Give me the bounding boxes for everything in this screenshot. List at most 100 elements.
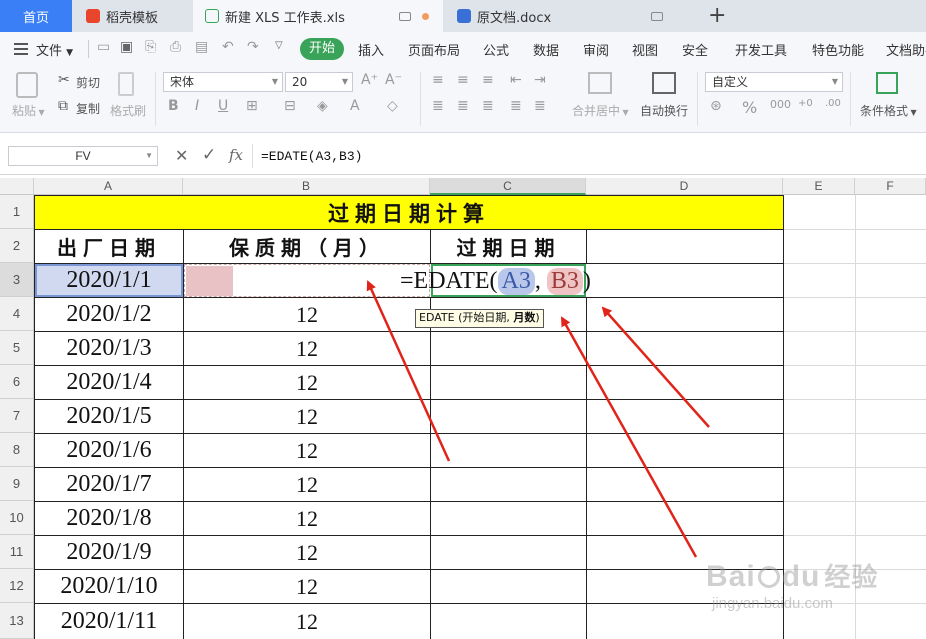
name-box[interactable]: FV ▼ xyxy=(8,146,158,166)
conditional-format-icon[interactable] xyxy=(876,72,898,94)
redo-icon[interactable]: ↷ xyxy=(247,39,259,55)
chevron-down-icon: ▼ xyxy=(271,77,278,86)
underline-icon[interactable]: U xyxy=(218,98,228,114)
open-folder-icon[interactable]: ▭ xyxy=(97,39,110,55)
monitor-icon[interactable] xyxy=(399,12,411,21)
merge-center-icon[interactable] xyxy=(588,72,612,94)
indent-decrease-icon[interactable]: ⇤ xyxy=(510,72,522,88)
format-painter-icon[interactable] xyxy=(118,72,134,96)
merge-center-button[interactable]: 合并居中 ▼ xyxy=(572,102,629,119)
print-preview-icon[interactable]: ▤ xyxy=(195,39,208,55)
arrow-to-tooltip xyxy=(560,316,698,558)
decrease-font-icon[interactable]: A⁻ xyxy=(385,72,402,88)
menu-formulas[interactable]: 公式 xyxy=(483,40,509,59)
save-icon[interactable]: ▣ xyxy=(120,39,133,55)
formula-bar: FV ▼ ✕ ✓ fx =EDATE(A3,B3) xyxy=(0,140,926,175)
font-name-select[interactable]: 宋体 ▼ xyxy=(163,72,283,92)
confirm-check-icon[interactable]: ✓ xyxy=(202,145,216,165)
distribute-icon[interactable]: ≣ xyxy=(534,98,546,114)
watermark-cn: 经验 xyxy=(824,562,879,592)
borders-icon[interactable]: ⊞ xyxy=(246,98,258,114)
divider xyxy=(697,72,698,126)
menu-start[interactable]: 开始 xyxy=(300,38,344,60)
thousands-separator-icon[interactable]: 000 xyxy=(770,98,791,111)
wrap-text-icon[interactable] xyxy=(652,72,676,94)
merge-center-label: 合并居中 xyxy=(572,104,621,118)
ribbon-toolbar: 粘贴 ▼ ✂ 剪切 ⧉ 复制 格式刷 宋体 ▼ 20 ▼ A⁺ A⁻ B I U ⊞… xyxy=(0,66,926,133)
hamburger-icon[interactable] xyxy=(14,43,28,55)
paste-label: 粘贴 xyxy=(12,104,37,118)
tab-docx-document[interactable]: 原文档.docx xyxy=(445,0,693,32)
menu-file[interactable]: 文件 ▼ xyxy=(36,40,73,59)
spreadsheet-icon xyxy=(205,9,219,23)
paste-button[interactable]: 粘贴 ▼ xyxy=(12,102,45,119)
menu-review[interactable]: 审阅 xyxy=(583,40,609,59)
decrease-decimal-icon[interactable]: .00 xyxy=(825,98,841,109)
align-top-icon[interactable]: ≡ xyxy=(432,72,444,88)
align-right-icon[interactable]: ≣ xyxy=(482,98,494,114)
align-middle-icon[interactable]: ≡ xyxy=(457,72,469,88)
cancel-icon[interactable]: ✕ xyxy=(175,146,188,165)
number-format-select[interactable]: 自定义 ▼ xyxy=(705,72,843,92)
cut-button[interactable]: 剪切 xyxy=(76,74,100,91)
chevron-down-icon: ▼ xyxy=(145,151,153,160)
italic-icon[interactable]: I xyxy=(195,98,199,114)
percent-icon[interactable]: % xyxy=(742,98,757,117)
align-center-icon[interactable]: ≣ xyxy=(457,98,469,114)
copy-button[interactable]: 复制 xyxy=(76,100,100,117)
justify-icon[interactable]: ≣ xyxy=(510,98,522,114)
conditional-format-button[interactable]: 条件格式 ▼ xyxy=(860,102,917,119)
format-painter-button[interactable]: 格式刷 xyxy=(110,102,146,119)
monitor-icon[interactable] xyxy=(651,12,663,21)
new-tab-plus-icon[interactable]: + xyxy=(708,3,726,28)
currency-icon[interactable]: ⊛ xyxy=(710,98,722,114)
menu-page-layout[interactable]: 页面布局 xyxy=(408,40,460,59)
menu-doc-assistant[interactable]: 文档助手 xyxy=(886,40,926,59)
menu-bar: 文件 ▼ ▭ ▣ ⎘ ⎙ ▤ ↶ ↷ ▽ 开始 插入 页面布局 公式 数据 审阅… xyxy=(0,32,926,66)
increase-decimal-icon[interactable]: +0 xyxy=(798,98,813,109)
print-icon[interactable]: ⎙ xyxy=(170,39,181,55)
undo-icon[interactable]: ↶ xyxy=(222,39,234,55)
menu-data[interactable]: 数据 xyxy=(533,40,559,59)
conditional-format-label: 条件格式 xyxy=(860,104,909,118)
copy-icon[interactable]: ⧉ xyxy=(58,98,68,114)
menu-special-features[interactable]: 特色功能 xyxy=(812,40,864,59)
formula-text: =EDATE(A3,B3) xyxy=(261,149,363,164)
tab-xls-workbook[interactable]: 新建 XLS 工作表.xls xyxy=(193,0,443,32)
name-box-value: FV xyxy=(75,149,91,163)
menu-insert[interactable]: 插入 xyxy=(358,40,384,59)
align-left-icon[interactable]: ≣ xyxy=(432,98,444,114)
watermark-url: jingyan.baidu.com xyxy=(712,595,833,612)
clear-format-icon[interactable]: ◇ xyxy=(387,98,398,114)
font-size-value: 20 xyxy=(292,75,308,89)
insert-function-icon[interactable]: fx xyxy=(229,146,243,164)
word-doc-icon xyxy=(457,9,471,23)
increase-font-icon[interactable]: A⁺ xyxy=(361,72,378,88)
menu-view[interactable]: 视图 xyxy=(632,40,658,59)
font-size-select[interactable]: 20 ▼ xyxy=(285,72,353,92)
menu-file-label: 文件 xyxy=(36,44,63,59)
export-pdf-icon[interactable]: ⎘ xyxy=(145,39,156,55)
font-color-icon[interactable]: A xyxy=(350,98,360,114)
menu-security[interactable]: 安全 xyxy=(682,40,708,59)
divider xyxy=(88,40,89,58)
bold-icon[interactable]: B xyxy=(168,98,179,114)
chevron-down-icon: ▼ xyxy=(831,77,838,86)
watermark-brand2: du xyxy=(781,560,821,593)
tab-label: 原文档.docx xyxy=(477,10,552,26)
formula-input[interactable]: =EDATE(A3,B3) xyxy=(252,144,926,168)
align-bottom-icon[interactable]: ≡ xyxy=(482,72,494,88)
fill-color-icon[interactable]: ◈ xyxy=(317,98,328,114)
paw-icon xyxy=(757,566,780,588)
tab-label: 新建 XLS 工作表.xls xyxy=(225,10,345,26)
paste-icon[interactable] xyxy=(16,72,38,98)
cut-icon[interactable]: ✂ xyxy=(58,72,70,88)
wrap-text-button[interactable]: 自动换行 xyxy=(640,102,688,119)
merge-borders-icon[interactable]: ⊟ xyxy=(284,98,296,114)
quick-access-more-icon[interactable]: ▽ xyxy=(275,40,283,51)
tab-docer-templates[interactable]: 稻壳模板 xyxy=(74,0,192,32)
menu-developer[interactable]: 开发工具 xyxy=(735,40,787,59)
chevron-down-icon: ▼ xyxy=(66,48,74,58)
tab-home[interactable]: 首页 xyxy=(0,0,72,32)
indent-increase-icon[interactable]: ⇥ xyxy=(534,72,546,88)
